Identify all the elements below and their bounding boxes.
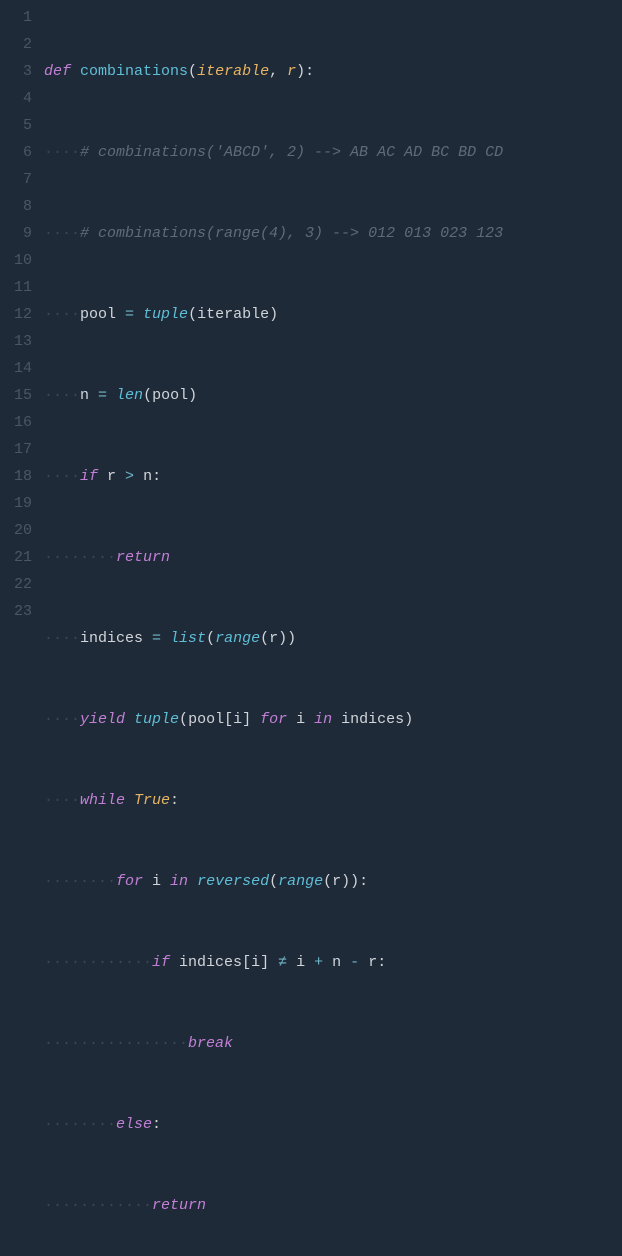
code-line: ············if indices[i] ≠ i + n - r: bbox=[44, 949, 622, 976]
line-number: 7 bbox=[0, 166, 32, 193]
line-number: 9 bbox=[0, 220, 32, 247]
line-number: 12 bbox=[0, 301, 32, 328]
line-number: 2 bbox=[0, 31, 32, 58]
code-editor: 1 2 3 4 5 6 7 8 9 10 11 12 13 14 15 16 1… bbox=[0, 0, 622, 628]
line-number: 6 bbox=[0, 139, 32, 166]
line-number: 4 bbox=[0, 85, 32, 112]
line-number: 8 bbox=[0, 193, 32, 220]
code-line: ····pool = tuple(iterable) bbox=[44, 301, 622, 328]
code-line: ········for i in reversed(range(r)): bbox=[44, 868, 622, 895]
code-line: ····# combinations(range(4), 3) --> 012 … bbox=[44, 220, 622, 247]
code-line: ················break bbox=[44, 1030, 622, 1057]
line-number: 21 bbox=[0, 544, 32, 571]
line-number: 18 bbox=[0, 463, 32, 490]
line-number: 13 bbox=[0, 328, 32, 355]
line-number: 22 bbox=[0, 571, 32, 598]
code-area[interactable]: def combinations(iterable, r): ····# com… bbox=[44, 0, 622, 628]
line-number: 19 bbox=[0, 490, 32, 517]
line-number: 23 bbox=[0, 598, 32, 625]
line-number: 16 bbox=[0, 409, 32, 436]
code-line: ····n = len(pool) bbox=[44, 382, 622, 409]
code-line: ····yield tuple(pool[i] for i in indices… bbox=[44, 706, 622, 733]
code-line: def combinations(iterable, r): bbox=[44, 58, 622, 85]
code-line: ········return bbox=[44, 544, 622, 571]
line-number: 20 bbox=[0, 517, 32, 544]
line-number: 1 bbox=[0, 4, 32, 31]
code-line: ············return bbox=[44, 1192, 622, 1219]
code-line: ········else: bbox=[44, 1111, 622, 1138]
line-number-gutter: 1 2 3 4 5 6 7 8 9 10 11 12 13 14 15 16 1… bbox=[0, 0, 44, 628]
line-number: 14 bbox=[0, 355, 32, 382]
line-number: 10 bbox=[0, 247, 32, 274]
line-number: 11 bbox=[0, 274, 32, 301]
line-number: 17 bbox=[0, 436, 32, 463]
line-number: 3 bbox=[0, 58, 32, 85]
line-number: 15 bbox=[0, 382, 32, 409]
code-line: ····while True: bbox=[44, 787, 622, 814]
code-line: ····if r > n: bbox=[44, 463, 622, 490]
code-line: ····indices = list(range(r)) bbox=[44, 625, 622, 652]
line-number: 5 bbox=[0, 112, 32, 139]
code-line: ····# combinations('ABCD', 2) --> AB AC … bbox=[44, 139, 622, 166]
